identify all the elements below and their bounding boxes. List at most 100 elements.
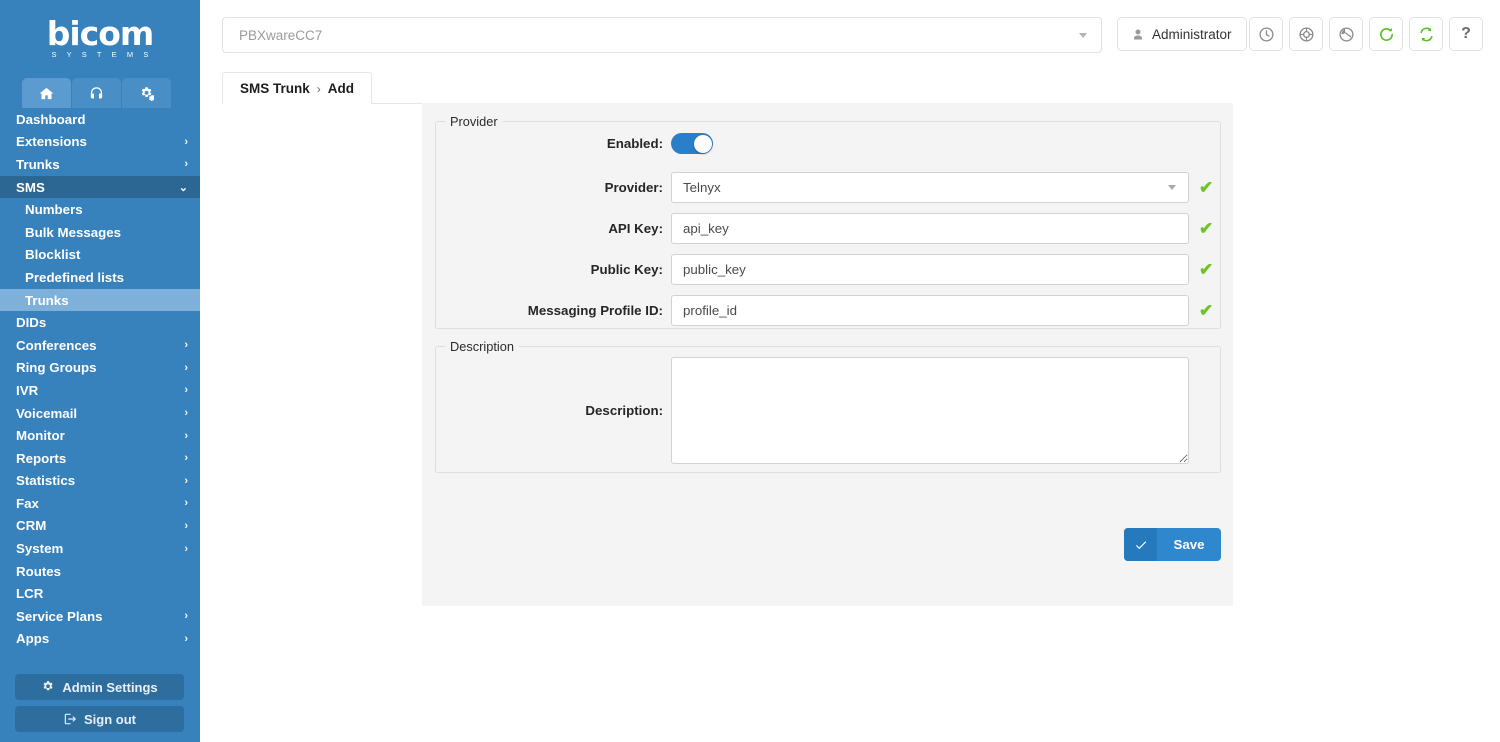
checkmark-icon	[1124, 528, 1157, 561]
enabled-toggle[interactable]	[671, 133, 713, 154]
chevron-right-icon: ›	[184, 542, 188, 555]
provider-row: Provider: Telnyx ✔	[436, 172, 1220, 203]
provider-select[interactable]: Telnyx	[671, 172, 1189, 203]
reload-button[interactable]	[1369, 17, 1403, 51]
sidebar-item-ring-groups[interactable]: Ring Groups ›	[0, 357, 200, 380]
api-key-input[interactable]: api_key	[671, 213, 1189, 244]
sidebar-item-lcr[interactable]: LCR	[0, 582, 200, 605]
reload-icon	[1379, 27, 1393, 41]
sign-out-icon	[64, 713, 77, 725]
form-panel: Provider Enabled: Provider: Telnyx ✔ API…	[422, 103, 1233, 606]
sidebar-subitem-label: Blocklist	[25, 247, 81, 263]
admin-settings-button[interactable]: Admin Settings	[15, 674, 184, 700]
sidebar-menu: Dashboard Extensions › Trunks › SMS ⌄ Numbers B…	[0, 108, 200, 650]
content-area: SMS Trunk › Add Provider Enabled: Provid…	[200, 70, 1500, 742]
gears-tab[interactable]	[122, 78, 171, 108]
provider-valid-icon: ✔	[1199, 177, 1214, 197]
sidebar-item-label: DIDs	[16, 315, 47, 331]
lifebuoy-icon	[1298, 26, 1314, 42]
chevron-right-icon: ›	[184, 158, 188, 171]
enabled-row: Enabled:	[436, 133, 1220, 154]
sidebar-item-label: Statistics	[16, 473, 76, 489]
sidebar-item-extensions[interactable]: Extensions ›	[0, 131, 200, 154]
chevron-right-icon: ›	[184, 407, 188, 420]
sidebar-item-routes[interactable]: Routes	[0, 560, 200, 583]
provider-select-value: Telnyx	[683, 180, 721, 195]
sidebar-item-label: Reports	[16, 450, 67, 466]
sign-out-button[interactable]: Sign out	[15, 706, 184, 732]
messaging-profile-input[interactable]: profile_id	[671, 295, 1189, 326]
sidebar-item-monitor[interactable]: Monitor ›	[0, 424, 200, 447]
sidebar-item-dashboard[interactable]: Dashboard	[0, 108, 200, 131]
sidebar-subitem-predefined-lists[interactable]: Predefined lists	[0, 266, 200, 289]
lifebuoy-button[interactable]	[1289, 17, 1323, 51]
sidebar-item-label: CRM	[16, 518, 47, 534]
sidebar-item-ivr[interactable]: IVR ›	[0, 379, 200, 402]
chevron-right-icon: ›	[184, 339, 188, 352]
description-legend: Description	[450, 339, 515, 354]
public-key-input[interactable]: public_key	[671, 254, 1189, 285]
messaging-profile-value: profile_id	[683, 303, 737, 318]
sidebar-subitem-label: Trunks	[25, 292, 69, 308]
provider-label: Provider:	[604, 180, 663, 195]
home-icon	[39, 87, 54, 99]
save-button[interactable]: Save	[1124, 528, 1221, 561]
description-textarea[interactable]	[671, 357, 1189, 464]
chevron-down-icon: ⌄	[178, 181, 188, 194]
sidebar-item-fax[interactable]: Fax ›	[0, 492, 200, 515]
api-key-value: api_key	[683, 221, 729, 236]
administrator-button[interactable]: Administrator	[1117, 17, 1247, 51]
sync-button[interactable]	[1409, 17, 1443, 51]
sync-icon	[1419, 27, 1433, 41]
chevron-right-icon: ›	[184, 497, 188, 510]
sidebar: bicom S Y S T E M S Dashboard Extensions ›…	[0, 0, 200, 742]
sidebar-item-label: System	[16, 541, 64, 557]
clock-icon	[1258, 26, 1274, 42]
sidebar-item-statistics[interactable]: Statistics ›	[0, 470, 200, 493]
server-select-value: PBXwareCC7	[239, 27, 323, 43]
sidebar-subitem-bulk-messages[interactable]: Bulk Messages	[0, 220, 200, 244]
sign-out-label: Sign out	[84, 711, 136, 727]
globe-button[interactable]	[1329, 17, 1363, 51]
sidebar-item-label: Trunks	[16, 156, 60, 172]
chevron-right-icon: ›	[184, 135, 188, 148]
top-bar: PBXwareCC7 Administrator ?	[200, 0, 1500, 70]
breadcrumb[interactable]: SMS Trunk › Add	[222, 72, 373, 104]
headset-icon	[90, 86, 103, 98]
sidebar-subitem-trunks[interactable]: Trunks	[0, 288, 200, 312]
breadcrumb-separator-icon: ›	[316, 81, 321, 96]
gears-icon	[141, 86, 154, 101]
user-icon	[1134, 29, 1142, 39]
home-tab[interactable]	[22, 78, 71, 108]
server-select[interactable]: PBXwareCC7	[222, 17, 1102, 53]
sidebar-item-label: Monitor	[16, 428, 65, 444]
help-button[interactable]: ?	[1449, 17, 1483, 51]
provider-fieldset: Provider Enabled: Provider: Telnyx ✔ API…	[435, 114, 1221, 329]
sidebar-item-reports[interactable]: Reports ›	[0, 447, 200, 470]
sidebar-subitem-numbers[interactable]: Numbers	[0, 198, 200, 221]
sidebar-item-label: SMS	[16, 179, 45, 195]
save-label: Save	[1173, 537, 1205, 552]
globe-icon	[1338, 26, 1354, 42]
chevron-right-icon: ›	[184, 519, 188, 532]
api-key-row: API Key: api_key ✔	[436, 213, 1220, 244]
messaging-profile-label: Messaging Profile ID:	[527, 303, 663, 318]
headset-tab[interactable]	[72, 78, 121, 108]
sidebar-item-crm[interactable]: CRM ›	[0, 515, 200, 538]
public-key-row: Public Key: public_key ✔	[436, 254, 1220, 285]
sidebar-item-service-plans[interactable]: Service Plans ›	[0, 605, 200, 628]
sidebar-item-apps[interactable]: Apps ›	[0, 628, 200, 651]
messaging-profile-valid-icon: ✔	[1199, 300, 1214, 320]
sidebar-item-dids[interactable]: DIDs	[0, 311, 200, 334]
description-row: Description:	[436, 357, 1220, 464]
description-label: Description:	[585, 403, 663, 418]
sidebar-item-voicemail[interactable]: Voicemail ›	[0, 402, 200, 425]
gears-icon	[43, 681, 53, 691]
sidebar-subitem-blocklist[interactable]: Blocklist	[0, 243, 200, 267]
sidebar-item-sms[interactable]: SMS ⌄	[0, 175, 200, 199]
sidebar-item-trunks[interactable]: Trunks ›	[0, 153, 200, 176]
public-key-valid-icon: ✔	[1199, 259, 1214, 279]
clock-button[interactable]	[1249, 17, 1283, 51]
sidebar-item-conferences[interactable]: Conferences ›	[0, 334, 200, 357]
sidebar-item-system[interactable]: System ›	[0, 537, 200, 560]
